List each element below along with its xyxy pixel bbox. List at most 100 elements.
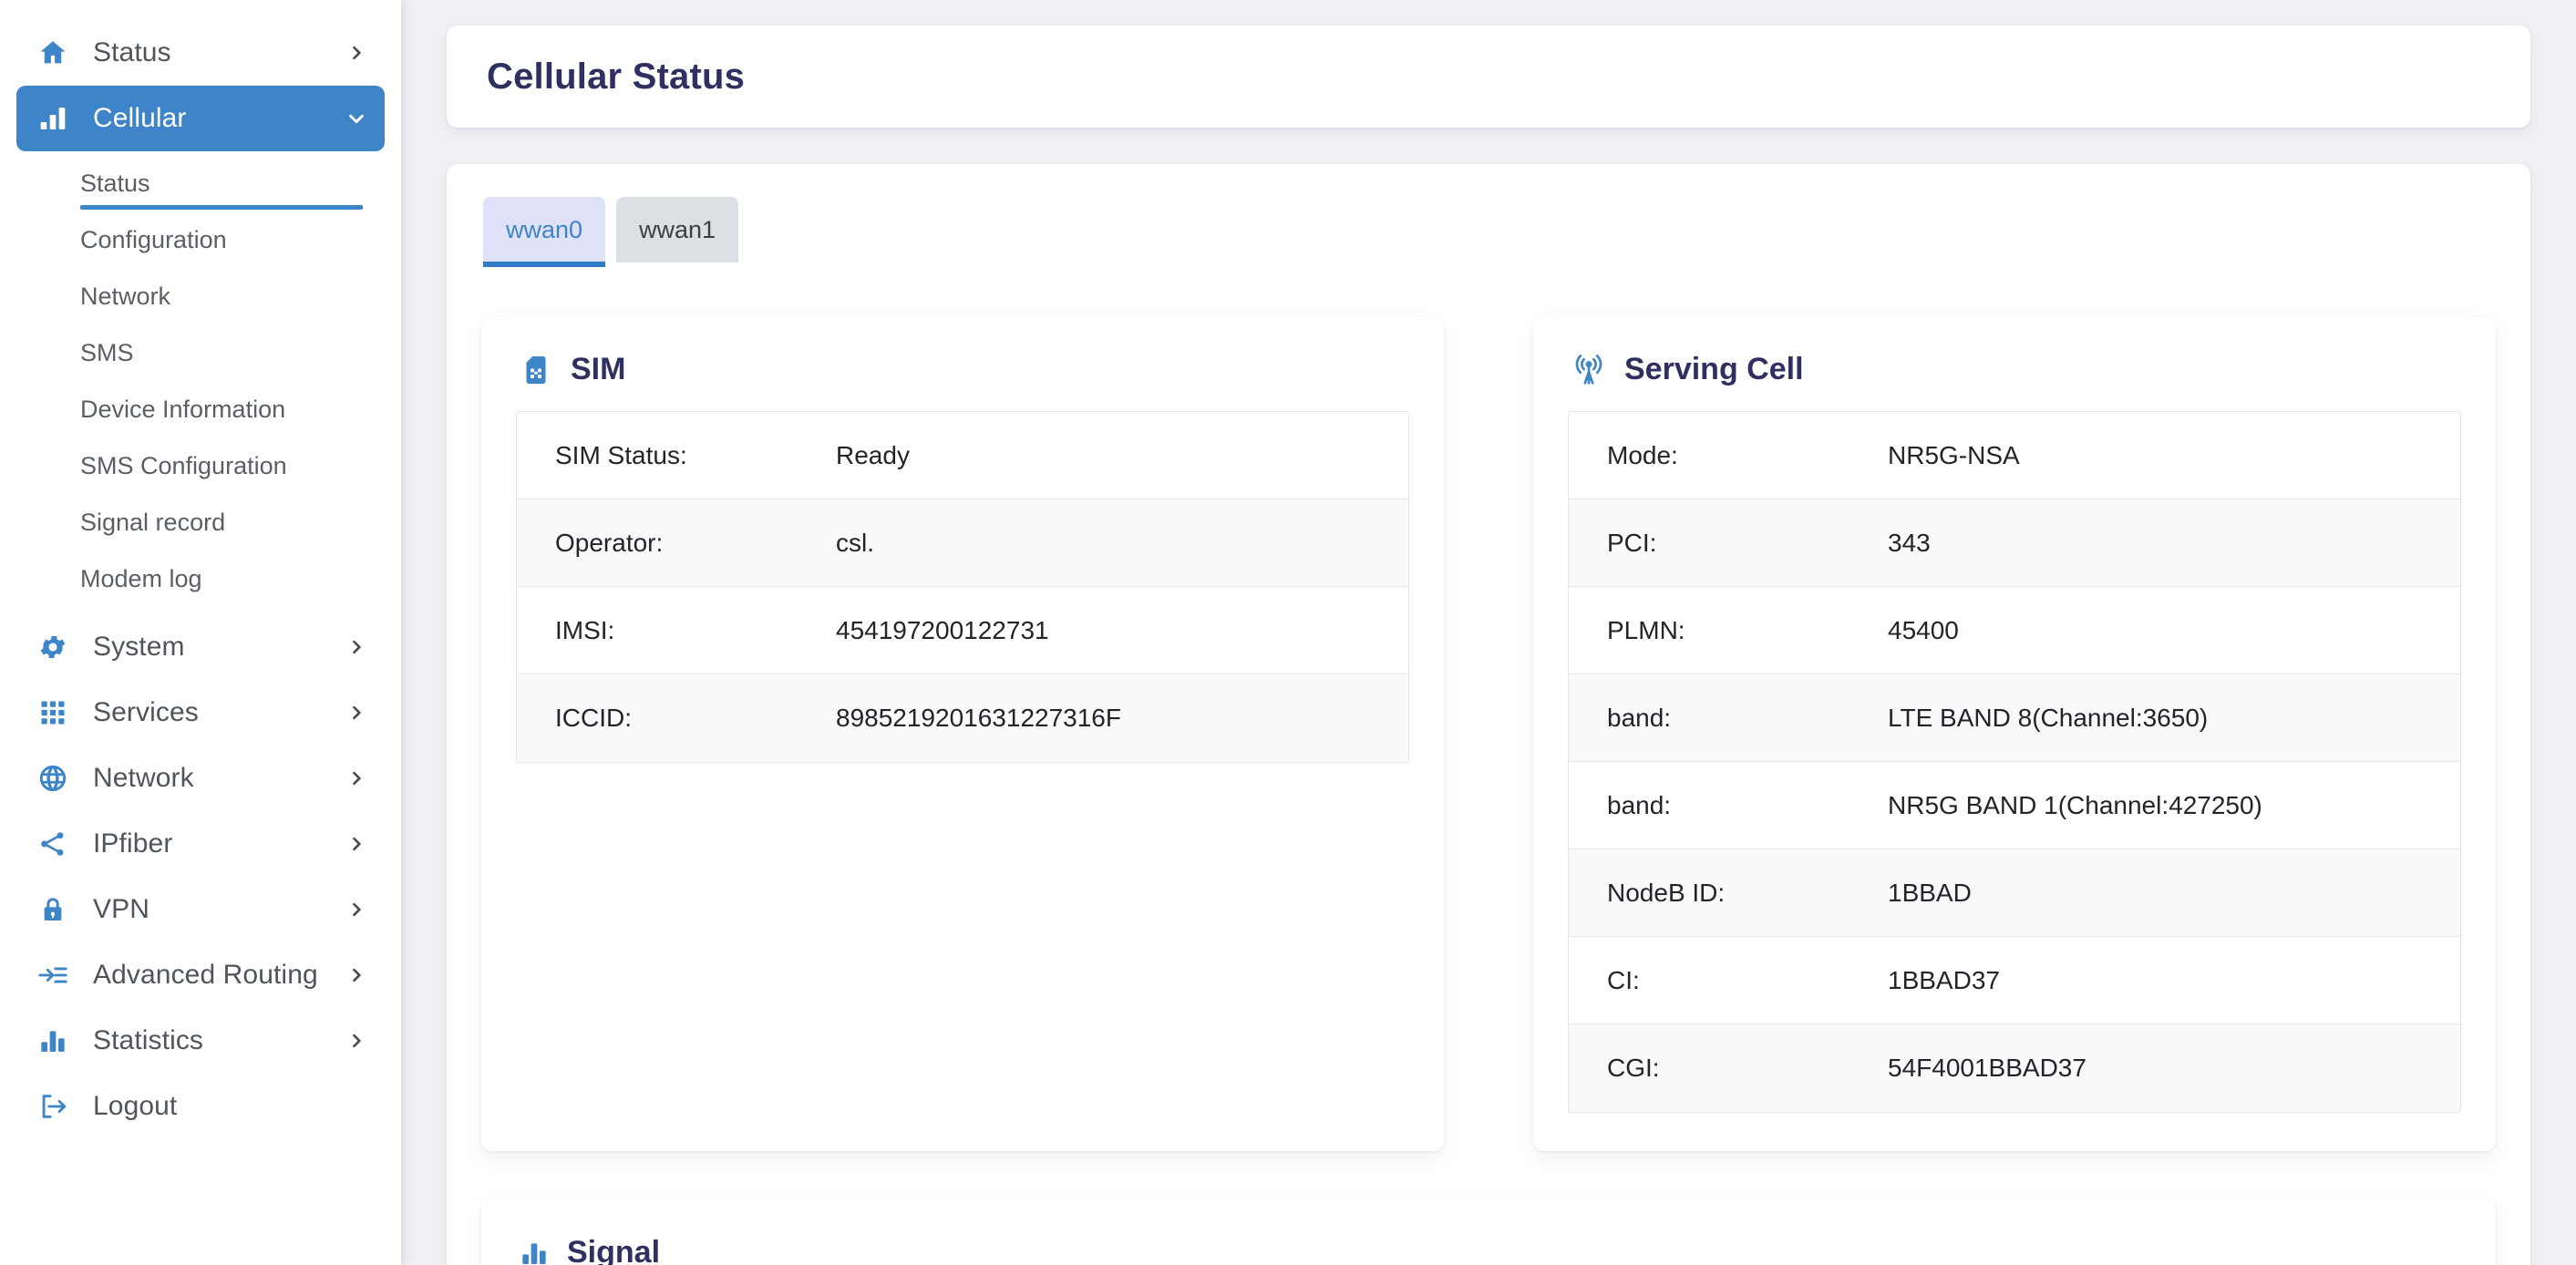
- chevron-right-icon: [345, 835, 368, 853]
- submenu-item-label: Modem log: [80, 564, 202, 592]
- row-value: 454197200122731: [836, 615, 1049, 644]
- main-content: Cellular Status wwan0 wwan1 SIM SIM Stat…: [401, 0, 2576, 1265]
- row-key: CGI:: [1607, 1054, 1660, 1082]
- cellular-panel: wwan0 wwan1 SIM SIM Status: Ready Operat…: [447, 164, 2530, 1265]
- app-root: Status Cellular Status Configuration Net…: [0, 0, 2576, 1265]
- serving-cell-header: Serving Cell: [1568, 352, 2461, 387]
- row-key: PCI:: [1607, 528, 1657, 557]
- row-value: 45400: [1888, 615, 1959, 644]
- sidebar-item-ipfiber[interactable]: IPfiber: [16, 811, 385, 877]
- logout-icon: [33, 1091, 73, 1122]
- sidebar-item-label: Cellular: [93, 103, 187, 133]
- row-key: CI:: [1607, 965, 1640, 994]
- submenu-item-modem-log[interactable]: Modem log: [80, 550, 368, 607]
- row-value: 54F4001BBAD37: [1888, 1054, 2087, 1082]
- sim-table: SIM Status: Ready Operator: csl. IMSI: 4…: [516, 411, 1409, 763]
- sidebar-item-statistics[interactable]: Statistics: [16, 1008, 385, 1074]
- sim-card-header: SIM: [516, 352, 1409, 387]
- submenu-item-network[interactable]: Network: [80, 268, 368, 324]
- sidebar-item-label: VPN: [93, 894, 149, 924]
- row-value: 8985219201631227316F: [836, 704, 1121, 732]
- submenu-item-label: SMS: [80, 338, 134, 366]
- sidebar-item-advanced-routing[interactable]: Advanced Routing: [16, 942, 385, 1008]
- grid-icon: [33, 699, 73, 726]
- row-key: PLMN:: [1607, 615, 1685, 644]
- chevron-right-icon: [345, 966, 368, 984]
- chevron-right-icon: [345, 1032, 368, 1050]
- row-value: LTE BAND 8(Channel:3650): [1888, 703, 2209, 732]
- chevron-down-icon: [345, 108, 368, 129]
- row-value: NR5G BAND 1(Channel:427250): [1888, 790, 2262, 819]
- row-value: csl.: [836, 528, 874, 557]
- gear-icon: [33, 632, 73, 663]
- submenu-item-label: Network: [80, 282, 171, 310]
- interface-tabs: wwan0 wwan1: [481, 197, 2496, 267]
- chevron-right-icon: [345, 900, 368, 919]
- signal-bars-icon: [33, 104, 73, 133]
- signal-card-header: Signal: [516, 1235, 2461, 1265]
- row-value: 1BBAD: [1888, 878, 1972, 907]
- row-value: 1BBAD37: [1888, 965, 2000, 994]
- submenu-item-label: Signal record: [80, 508, 226, 536]
- table-row: PLMN: 45400: [1569, 587, 2460, 674]
- signal-card-title: Signal: [567, 1235, 661, 1265]
- submenu-item-sms[interactable]: SMS: [80, 324, 368, 381]
- submenu-item-label: Status: [80, 169, 150, 197]
- submenu-item-status[interactable]: Status: [80, 155, 368, 211]
- row-key: Mode:: [1607, 440, 1678, 469]
- sidebar-item-label: Statistics: [93, 1025, 204, 1055]
- submenu-item-label: Configuration: [80, 225, 227, 253]
- submenu-item-configuration[interactable]: Configuration: [80, 211, 368, 268]
- row-key: IMSI:: [555, 615, 615, 644]
- table-row: band: LTE BAND 8(Channel:3650): [1569, 674, 2460, 762]
- sidebar-item-label: Logout: [93, 1091, 178, 1121]
- bar-chart-icon: [520, 1239, 549, 1265]
- broadcast-tower-icon: [1571, 353, 1606, 387]
- row-key: band:: [1607, 790, 1672, 819]
- sidebar-item-logout[interactable]: Logout: [16, 1074, 385, 1139]
- row-value: 343: [1888, 528, 1931, 557]
- sidebar-item-services[interactable]: Services: [16, 680, 385, 746]
- chevron-right-icon: [345, 769, 368, 787]
- sidebar-item-label: System: [93, 632, 185, 662]
- sidebar: Status Cellular Status Configuration Net…: [0, 0, 401, 1265]
- globe-icon: [33, 763, 73, 794]
- home-icon: [33, 37, 73, 68]
- status-cards-row: SIM SIM Status: Ready Operator: csl. IMS…: [481, 317, 2496, 1151]
- page-header: Cellular Status: [447, 26, 2530, 128]
- sidebar-item-label: Network: [93, 763, 194, 793]
- table-row: NodeB ID: 1BBAD: [1569, 849, 2460, 937]
- sidebar-item-system[interactable]: System: [16, 614, 385, 680]
- table-row: ICCID: 8985219201631227316F: [517, 674, 1408, 762]
- table-row: band: NR5G BAND 1(Channel:427250): [1569, 762, 2460, 849]
- table-row: CGI: 54F4001BBAD37: [1569, 1024, 2460, 1112]
- serving-cell-table: Mode: NR5G-NSA PCI: 343 PLMN: 45400 band…: [1568, 411, 2461, 1113]
- sidebar-item-vpn[interactable]: VPN: [16, 877, 385, 942]
- cellular-submenu: Status Configuration Network SMS Device …: [0, 151, 401, 614]
- row-value: Ready: [836, 440, 910, 469]
- submenu-item-label: Device Information: [80, 395, 286, 423]
- table-row: SIM Status: Ready: [517, 412, 1408, 499]
- row-key: band:: [1607, 703, 1672, 732]
- chevron-right-icon: [345, 44, 368, 62]
- table-row: Mode: NR5G-NSA: [1569, 412, 2460, 499]
- share-nodes-icon: [33, 829, 73, 859]
- tab-wwan1[interactable]: wwan1: [616, 197, 738, 262]
- chevron-right-icon: [345, 638, 368, 656]
- table-row: Operator: csl.: [517, 499, 1408, 587]
- sidebar-item-cellular[interactable]: Cellular: [16, 86, 385, 151]
- submenu-item-label: SMS Configuration: [80, 451, 287, 479]
- tab-wwan0[interactable]: wwan0: [483, 197, 605, 267]
- sim-card-title: SIM: [571, 352, 626, 386]
- sidebar-item-status[interactable]: Status: [16, 20, 385, 86]
- tab-label: wwan1: [638, 215, 716, 243]
- sim-card-icon: [520, 354, 552, 386]
- submenu-item-sms-configuration[interactable]: SMS Configuration: [80, 437, 368, 494]
- sidebar-item-network[interactable]: Network: [16, 746, 385, 811]
- submenu-item-device-information[interactable]: Device Information: [80, 381, 368, 437]
- row-value: NR5G-NSA: [1888, 440, 2020, 469]
- table-row: IMSI: 454197200122731: [517, 587, 1408, 674]
- page-title: Cellular Status: [487, 56, 746, 97]
- submenu-item-signal-record[interactable]: Signal record: [80, 494, 368, 550]
- sidebar-item-label: IPfiber: [93, 828, 173, 859]
